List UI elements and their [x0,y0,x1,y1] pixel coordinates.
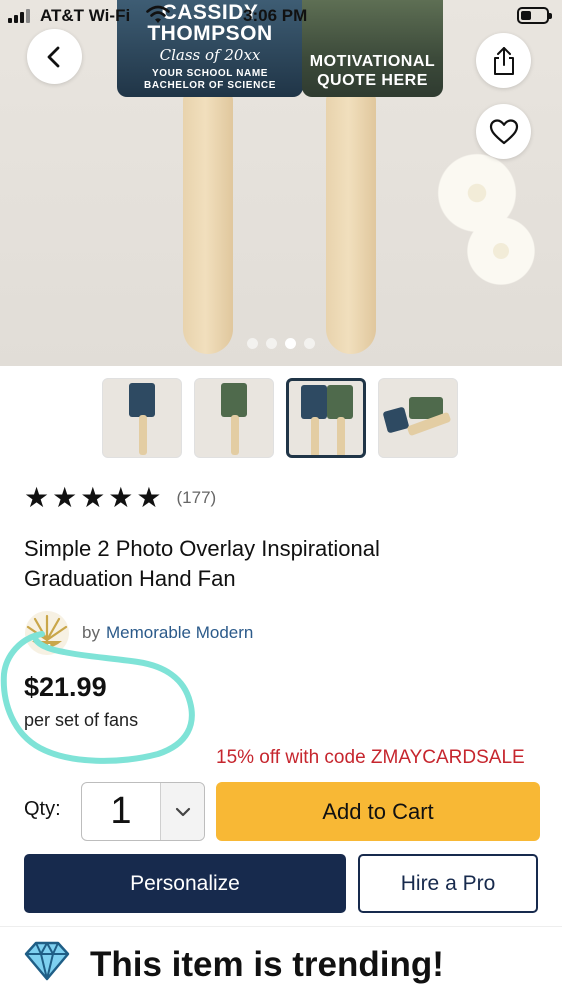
price-unit: per set of fans [24,710,139,730]
carousel-dots [0,338,562,349]
rating[interactable]: ★★★★★ (177) [24,484,216,512]
card-quote-line2: QUOTE HERE [317,72,428,89]
card-degree: BACHELOR OF SCIENCE [144,80,276,91]
quantity-value[interactable]: 1 [82,783,160,840]
status-bar: AT&T Wi-Fi 3:06 PM [0,0,562,32]
add-to-cart-button[interactable]: Add to Cart [216,782,540,841]
carousel-dot[interactable] [266,338,277,349]
promo-text: 15% off with code ZMAYCARDSALE [216,747,525,768]
price: $21.99 [24,672,107,702]
trending-text: This item is trending! [90,945,444,984]
quantity-select[interactable]: 1 [81,782,205,841]
carousel-dot[interactable] [247,338,258,349]
fan-handle-left [183,92,233,354]
fan-handle-right [326,92,376,354]
carousel-dot[interactable] [304,338,315,349]
personalize-button[interactable]: Personalize [24,854,346,913]
share-button[interactable] [476,33,531,88]
battery-icon [517,7,552,24]
qty-label: Qty: [24,798,61,820]
card-class-year: Class of 20xx [159,46,261,64]
carousel-dot-active[interactable] [285,338,296,349]
thumbnail-3[interactable] [286,378,366,458]
decor-flower [462,212,540,290]
heart-icon [489,118,518,144]
back-arrow-icon [47,46,59,67]
thumbnail-1[interactable] [102,378,182,458]
star-rating-icons: ★★★★★ [24,482,165,513]
trending-banner: This item is trending! [0,926,562,999]
product-title: Simple 2 Photo Overlay Inspirational Gra… [24,536,380,591]
quantity-dropdown[interactable] [160,783,204,840]
hire-a-pro-button[interactable]: Hire a Pro [358,854,538,913]
thumbnail-strip [102,378,458,458]
thumbnail-2[interactable] [194,378,274,458]
back-button[interactable] [27,29,82,84]
chevron-down-icon [175,807,190,816]
diamond-icon [24,941,70,981]
carrier-label: AT&T Wi-Fi [40,6,131,25]
review-count[interactable]: (177) [177,488,217,508]
card-school: YOUR SCHOOL NAME [151,68,269,79]
card-quote-line1: MOTIVATIONAL [309,53,436,70]
favorite-button[interactable] [476,104,531,159]
clock: 3:06 PM [243,6,308,25]
thumbnail-4[interactable] [378,378,458,458]
signal-icon [8,9,30,23]
wifi-icon [146,5,170,23]
share-icon [493,46,514,75]
